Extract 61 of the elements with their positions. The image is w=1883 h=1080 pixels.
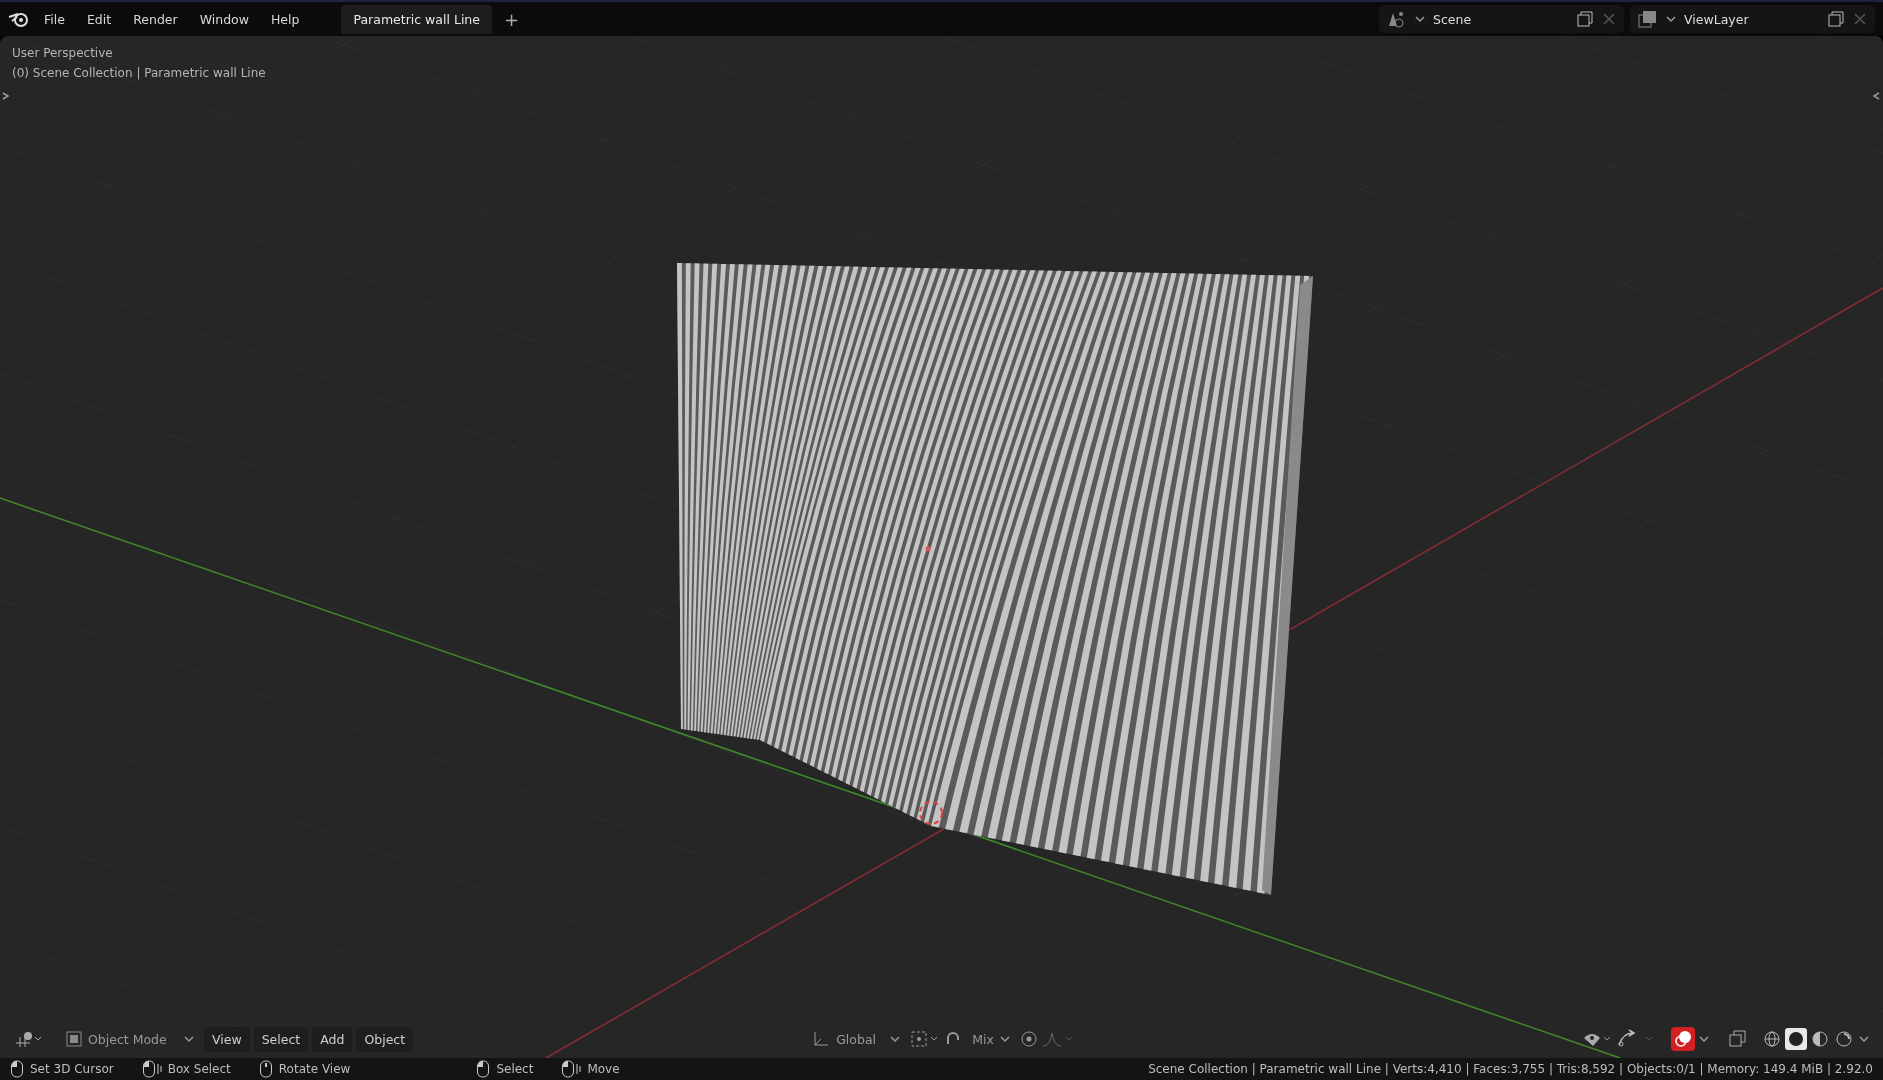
- menu-item[interactable]: File: [36, 7, 73, 31]
- overlay-circles-icon: [1674, 1030, 1692, 1048]
- header-menu[interactable]: Object: [356, 1026, 414, 1052]
- editor-type-icon[interactable]: [14, 1029, 44, 1049]
- origin-dot: [925, 546, 931, 552]
- overlays-toggle[interactable]: [1671, 1027, 1695, 1051]
- proportional-edit-icon[interactable]: [1019, 1030, 1038, 1048]
- mouse-icon: [258, 1060, 273, 1078]
- axes-icon: [812, 1030, 831, 1048]
- orientation-dropdown[interactable]: Global: [806, 1026, 907, 1052]
- copy-icon[interactable]: [1576, 10, 1594, 28]
- menu-item[interactable]: Render: [125, 7, 186, 31]
- snap-dropdown[interactable]: Mix: [966, 1027, 1016, 1051]
- expand-toolbar-icon: [1, 92, 11, 100]
- 3d-viewport[interactable]: User Perspective (0) Scene Collection | Parametric wall Line Object Mode View Select Add Object Global Mix: [0, 36, 1883, 1058]
- copy-icon[interactable]: [1827, 10, 1845, 28]
- material-shading-button[interactable]: [1809, 1028, 1831, 1050]
- header-menu[interactable]: Select: [253, 1026, 309, 1052]
- mouse-icon: [476, 1060, 491, 1078]
- collection-info: (0) Scene Collection | Parametric wall Line: [12, 66, 266, 80]
- caret-icon: [999, 1035, 1010, 1043]
- mouse-drag-icon: [561, 1060, 582, 1078]
- mode-dropdown[interactable]: Object Mode: [60, 1027, 200, 1051]
- header-menu[interactable]: Add: [312, 1026, 353, 1052]
- header-menu[interactable]: View: [204, 1026, 250, 1052]
- status-hint: Move: [587, 1062, 620, 1076]
- expand-sidebar-icon: [1871, 92, 1881, 100]
- scene-statistics: Scene Collection | Parametric wall Line | Verts:4,410 | Faces:3,755 | Tris:8,592 | Objects:0/1 | Memory: 149.4 MiB | 2.92.0: [1148, 1062, 1873, 1076]
- mouse-drag-icon: [141, 1060, 162, 1078]
- solid-shading-button[interactable]: [1785, 1028, 1807, 1050]
- close-icon[interactable]: [1602, 12, 1616, 26]
- status-hint: Box Select: [167, 1062, 231, 1076]
- scene-name: Scene: [1433, 11, 1473, 27]
- wireframe-shading-button[interactable]: [1761, 1028, 1783, 1050]
- close-icon[interactable]: [1853, 12, 1867, 26]
- rendered-shading-button[interactable]: [1833, 1028, 1855, 1050]
- menu-item[interactable]: Window: [191, 7, 257, 31]
- view-layer-name: ViewLayer: [1684, 11, 1750, 27]
- menu-item[interactable]: Help: [262, 7, 308, 31]
- caret-icon: [1666, 15, 1676, 23]
- workspace-tab[interactable]: Parametric wall Line: [341, 4, 492, 34]
- scene-icon: [1387, 10, 1407, 28]
- status-hint: Set 3D Cursor: [30, 1062, 114, 1076]
- caret-icon: [1699, 1035, 1709, 1043]
- mouse-icon: [10, 1060, 24, 1078]
- scene-selector[interactable]: Scene: [1379, 5, 1624, 33]
- status-hint: Rotate View: [278, 1062, 351, 1076]
- caret-icon: [1859, 1035, 1869, 1043]
- add-workspace-button[interactable]: +: [497, 8, 526, 30]
- blender-logo-icon[interactable]: [8, 10, 30, 28]
- caret-icon: [890, 1035, 901, 1043]
- view-name: User Perspective: [12, 46, 114, 60]
- 3d-cursor-icon[interactable]: [919, 801, 943, 825]
- image-stack-icon: [1638, 10, 1658, 28]
- menu-item[interactable]: Edit: [78, 7, 120, 31]
- view-layer-selector[interactable]: ViewLayer: [1630, 5, 1875, 33]
- caret-icon: [184, 1035, 194, 1043]
- status-hint: Select: [496, 1062, 534, 1076]
- cube-icon: [66, 1031, 82, 1047]
- caret-icon: [1415, 15, 1425, 23]
- xray-icon[interactable]: [1727, 1029, 1749, 1049]
